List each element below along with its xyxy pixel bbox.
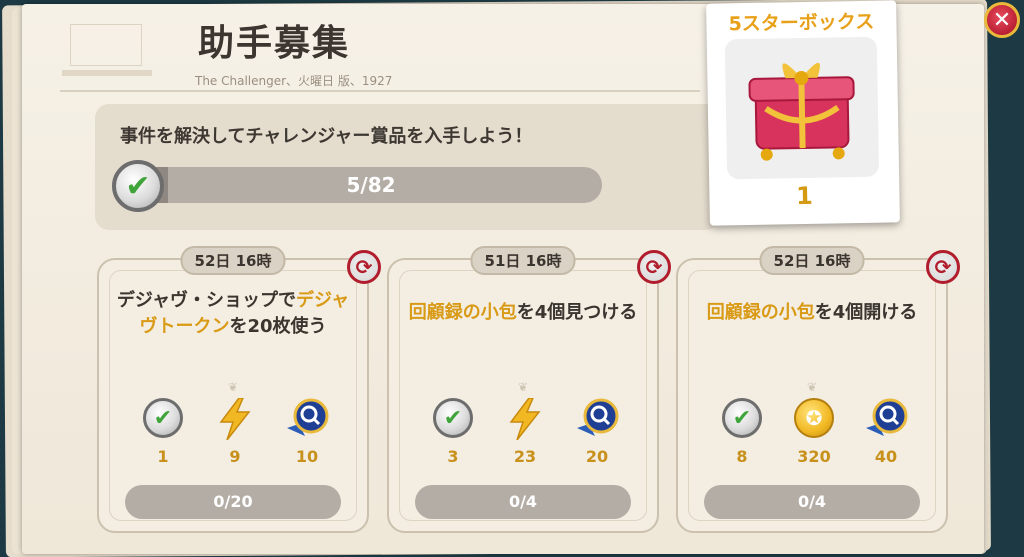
gift-box-icon xyxy=(724,36,880,180)
reward-value: 40 xyxy=(874,447,898,466)
reward-value: 9 xyxy=(229,447,241,466)
news-decor-left xyxy=(70,24,142,66)
lightning-icon xyxy=(219,398,251,440)
task-desc-suffix: を4個見つける xyxy=(516,302,638,323)
check-medal-icon: ✔ xyxy=(143,398,183,438)
refresh-button[interactable]: ⟳ xyxy=(347,250,381,284)
task-desc-suffix: を4個開ける xyxy=(814,302,918,323)
ornament-divider: ❦ xyxy=(806,380,818,394)
reward-value: 3 xyxy=(447,447,459,466)
reward-coins: ✪ 320 xyxy=(784,396,844,466)
task-card: 52日 16時 ⟳ 回顧録の小包を4個開ける ❦ ✔ 8 ✪ 320 40 0/… xyxy=(676,246,960,533)
task-desc-highlight: 回顧録の小包 xyxy=(706,302,815,323)
refresh-button[interactable]: ⟳ xyxy=(926,250,960,284)
refresh-icon: ⟳ xyxy=(355,255,373,279)
lightning-icon xyxy=(509,398,541,440)
check-medal-icon: ✔ xyxy=(112,160,164,212)
refresh-button[interactable]: ⟳ xyxy=(637,250,671,284)
check-medal-icon: ✔ xyxy=(433,398,473,438)
magnifier-badge-icon xyxy=(577,398,619,436)
task-progress-count: 0/4 xyxy=(508,492,538,511)
close-button[interactable]: ✕ xyxy=(984,2,1020,38)
magnifier-badge-icon xyxy=(866,398,908,436)
task-description: 回顧録の小包を4個開ける xyxy=(688,300,936,326)
reward-value: 320 xyxy=(797,447,831,466)
ornament-divider: ❦ xyxy=(517,380,529,394)
reward-value: 1 xyxy=(157,447,169,466)
reward-value: 20 xyxy=(585,447,609,466)
task-description: 回顧録の小包を4個見つける xyxy=(399,300,647,326)
task-rewards: ✔ 8 ✪ 320 40 xyxy=(678,396,946,466)
task-progress-count: 0/4 xyxy=(797,492,827,511)
coin-icon: ✪ xyxy=(794,398,834,438)
news-decor-bar xyxy=(62,70,152,76)
page-title: 助手募集 xyxy=(198,23,351,64)
refresh-icon: ⟳ xyxy=(934,255,952,279)
reward-hint: 40 xyxy=(856,396,916,466)
refresh-icon: ⟳ xyxy=(645,255,663,279)
close-icon: ✕ xyxy=(992,7,1012,33)
challenge-instruction: 事件を解決してチャレンジャー賞品を入手しよう！ xyxy=(120,126,533,147)
reward-energy: 9 xyxy=(205,396,265,466)
magnifier-badge-icon xyxy=(287,398,329,436)
reward-xp: ✔ 1 xyxy=(133,396,193,466)
task-desc-suffix: を20枚使う xyxy=(229,316,327,337)
reward-hint: 10 xyxy=(277,396,337,466)
reward-card[interactable]: 5スターボックス 1 xyxy=(706,0,900,226)
task-timer: 52日 16時 xyxy=(759,246,865,275)
ornament-divider: ❦ xyxy=(227,380,239,394)
reward-value: 8 xyxy=(736,447,748,466)
task-desc-highlight: 回顧録の小包 xyxy=(408,302,517,323)
reward-energy: 23 xyxy=(495,396,555,466)
task-rewards: ✔ 1 9 10 xyxy=(99,396,367,466)
reward-xp: ✔ 8 xyxy=(712,396,772,466)
task-description: デジャヴ・ショップでデジャヴトークンを20枚使う xyxy=(109,288,357,340)
reward-xp: ✔ 3 xyxy=(423,396,483,466)
reward-hint: 20 xyxy=(567,396,627,466)
task-rewards: ✔ 3 23 20 xyxy=(389,396,657,466)
task-timer: 51日 16時 xyxy=(470,246,576,275)
task-card: 52日 16時 ⟳ デジャヴ・ショップでデジャヴトークンを20枚使う ❦ ✔ 1… xyxy=(97,246,381,533)
reward-value: 10 xyxy=(295,447,319,466)
challenge-progress-count: 5/82 xyxy=(346,173,396,197)
reward-count: 1 xyxy=(795,181,814,211)
task-progress-count: 0/20 xyxy=(213,492,253,511)
reward-value: 23 xyxy=(513,447,537,466)
task-timer: 52日 16時 xyxy=(180,246,286,275)
task-desc-prefix: デジャヴ・ショップで xyxy=(116,290,296,311)
task-card: 51日 16時 ⟳ 回顧録の小包を4個見つける ❦ ✔ 3 23 20 0/4 xyxy=(387,246,671,533)
reward-title: 5スターボックス xyxy=(728,10,875,36)
divider xyxy=(60,90,700,92)
check-medal-icon: ✔ xyxy=(722,398,762,438)
page-subtitle: The Challenger、火曜日 版、1927 xyxy=(195,74,393,88)
